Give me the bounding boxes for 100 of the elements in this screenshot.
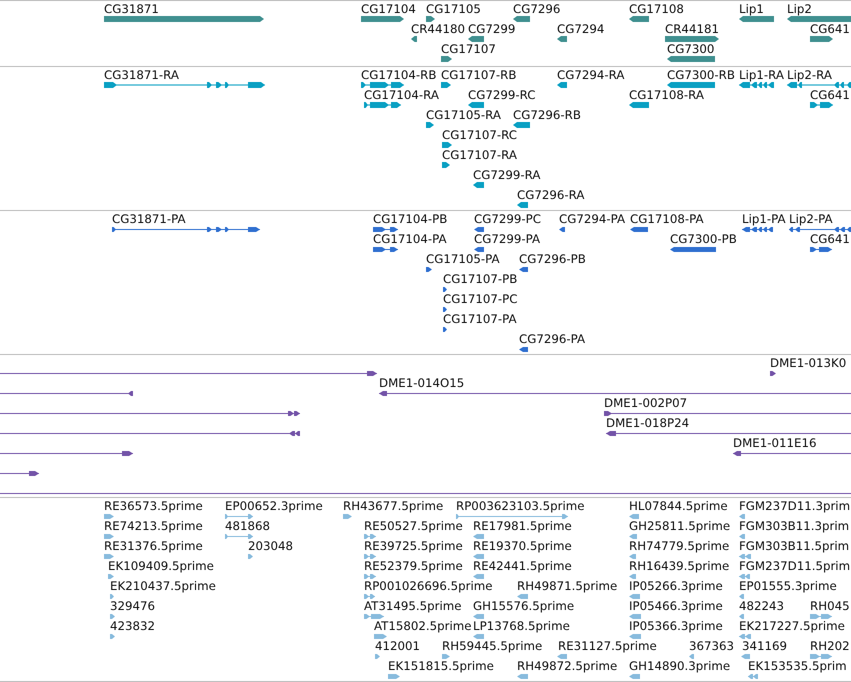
est-feature[interactable] [629,554,636,558]
est-feature[interactable] [473,614,484,618]
clone-feature[interactable] [770,370,776,376]
transcript-feature[interactable] [426,122,434,128]
est-feature[interactable] [248,554,253,558]
est-feature[interactable] [104,514,114,518]
gene-feature[interactable] [468,36,484,42]
est-feature[interactable] [739,534,745,538]
transcript-feature[interactable] [442,162,450,168]
clone-feature[interactable] [733,450,851,456]
est-feature[interactable] [364,594,375,598]
est-feature[interactable] [473,534,484,538]
est-feature[interactable] [110,634,115,638]
est-feature[interactable] [689,654,694,658]
est-feature[interactable] [364,534,376,538]
est-feature[interactable] [364,574,376,578]
protein-feature[interactable] [630,226,648,232]
transcript-feature[interactable] [517,202,528,208]
est-feature[interactable] [388,674,400,678]
est-feature[interactable] [739,614,744,618]
est-feature[interactable] [748,674,758,678]
protein-feature[interactable] [519,346,528,352]
protein-feature[interactable] [742,226,773,232]
gene-feature[interactable] [426,16,435,22]
gene-feature[interactable] [810,36,833,42]
protein-feature[interactable] [474,246,484,252]
clone-feature[interactable] [0,470,39,476]
protein-feature[interactable] [373,246,398,252]
clone-feature[interactable] [0,450,133,456]
gene-feature[interactable] [513,16,530,22]
gene-feature[interactable] [411,36,417,42]
clone-feature[interactable] [379,390,851,396]
est-feature[interactable] [517,674,528,678]
transcript-feature[interactable] [629,102,649,108]
est-feature[interactable] [810,654,832,658]
clone-feature[interactable] [604,410,851,416]
est-feature[interactable] [739,574,750,578]
est-feature[interactable] [629,574,636,578]
est-feature[interactable] [343,514,352,518]
est-feature[interactable] [629,534,637,538]
est-feature[interactable] [225,534,253,538]
est-feature[interactable] [473,574,484,578]
est-feature[interactable] [629,514,639,518]
est-feature[interactable] [517,594,528,598]
clone-feature[interactable] [606,430,851,436]
protein-feature[interactable] [670,246,716,252]
clone-feature[interactable] [0,390,133,396]
transcript-feature[interactable] [364,102,401,108]
est-feature[interactable] [629,614,641,618]
protein-feature[interactable] [443,306,447,312]
est-feature[interactable] [557,654,567,658]
est-feature[interactable] [364,614,384,618]
gene-feature[interactable] [441,56,452,62]
gene-feature[interactable] [787,16,851,22]
transcript-feature[interactable] [513,122,530,128]
transcript-feature[interactable] [468,102,484,108]
gene-feature[interactable] [629,16,649,22]
protein-feature[interactable] [519,266,528,272]
est-feature[interactable] [739,594,744,598]
clone-feature[interactable] [0,410,300,416]
est-feature[interactable] [473,634,484,638]
transcript-feature[interactable] [361,82,404,88]
est-feature[interactable] [364,554,376,558]
protein-feature[interactable] [443,326,447,332]
gene-feature[interactable] [557,36,567,42]
transcript-feature[interactable] [104,82,265,88]
est-feature[interactable] [374,634,387,638]
transcript-feature[interactable] [473,182,484,188]
clone-feature[interactable] [0,370,377,376]
est-feature[interactable] [110,614,115,618]
est-feature[interactable] [810,614,832,618]
protein-feature[interactable] [443,286,447,292]
protein-feature[interactable] [112,226,260,232]
clone-feature[interactable] [0,430,300,436]
est-feature[interactable] [629,674,640,678]
est-feature[interactable] [741,654,750,658]
transcript-feature[interactable] [441,82,451,88]
est-feature[interactable] [225,514,253,518]
est-feature[interactable] [456,514,568,518]
est-feature[interactable] [104,534,114,538]
est-feature[interactable] [629,634,641,638]
est-feature[interactable] [473,554,484,558]
protein-feature[interactable] [559,226,565,232]
protein-feature[interactable] [789,226,851,232]
est-feature[interactable] [104,554,114,558]
gene-feature[interactable] [667,56,715,62]
transcript-feature[interactable] [810,102,833,108]
est-feature[interactable] [375,654,380,658]
transcript-feature[interactable] [557,82,567,88]
gene-feature[interactable] [739,16,774,22]
gene-feature[interactable] [361,16,404,22]
transcript-feature[interactable] [442,142,452,148]
est-feature[interactable] [108,574,114,578]
transcript-feature[interactable] [739,82,774,88]
est-feature[interactable] [739,514,745,518]
gene-feature[interactable] [665,36,719,42]
transcript-feature[interactable] [787,82,851,88]
transcript-feature[interactable] [667,82,715,88]
est-feature[interactable] [739,554,751,558]
est-feature[interactable] [629,594,640,598]
